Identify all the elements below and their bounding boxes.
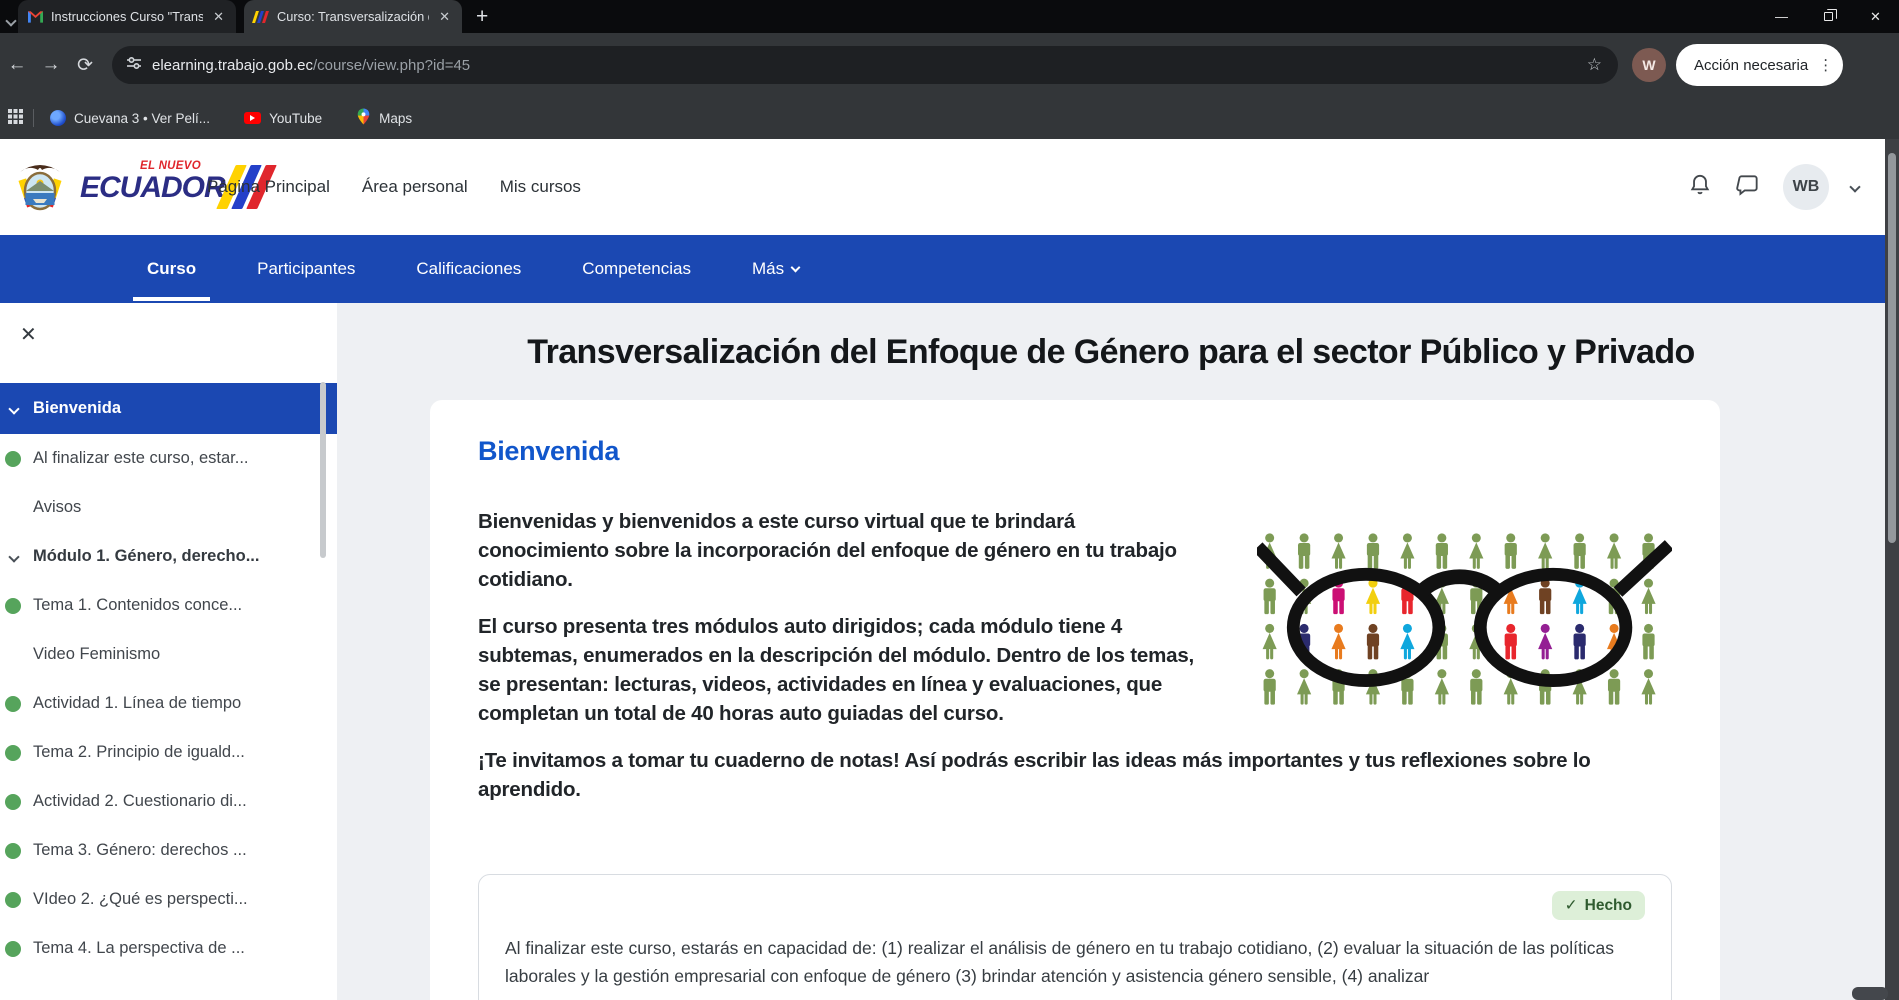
bookmark-cuevana[interactable]: Cuevana 3 • Ver Pelí... xyxy=(50,110,210,126)
bookmark-label: YouTube xyxy=(269,111,322,126)
nav-pagina-principal[interactable]: Página Principal xyxy=(207,177,330,197)
bookmark-youtube[interactable]: YouTube xyxy=(244,111,322,126)
browser-profile-avatar[interactable]: W xyxy=(1632,48,1666,82)
bottom-right-widget xyxy=(1852,987,1888,1000)
page-scrollbar-thumb[interactable] xyxy=(1888,153,1896,543)
tab-search-chevron-icon[interactable] xyxy=(7,12,15,30)
browser-menu-icon[interactable]: ⋮ xyxy=(1818,56,1833,74)
completion-dot xyxy=(5,451,21,467)
completion-dot xyxy=(5,843,21,859)
tab-close-icon[interactable]: ✕ xyxy=(211,9,226,25)
action-needed-button[interactable]: Acción necesaria ⋮ xyxy=(1676,44,1843,86)
browser-toolbar: ← → ⟳ elearning.trabajo.gob.ec /course/v… xyxy=(0,33,1899,97)
sidebar-item-actividad-1[interactable]: Actividad 1. Línea de tiempo xyxy=(0,679,337,728)
welcome-paragraph: ¡Te invitamos a tomar tu cuaderno de not… xyxy=(478,746,1672,804)
tab-participantes[interactable]: Participantes xyxy=(243,235,369,303)
browser-tab-curso[interactable]: Curso: Transversalización del En ✕ xyxy=(244,0,462,33)
check-icon: ✓ xyxy=(1565,896,1578,915)
course-index-list: Bienvenida Al finalizar este curso, esta… xyxy=(0,383,337,973)
course-section-card: Bienvenida Bienvenidas y bienvenidos a e… xyxy=(430,400,1720,1000)
nav-area-personal[interactable]: Área personal xyxy=(362,177,468,197)
sidebar-section-bienvenida[interactable]: Bienvenida xyxy=(0,383,337,434)
bookmark-maps[interactable]: Maps xyxy=(356,108,412,128)
bookmark-label: Cuevana 3 • Ver Pelí... xyxy=(74,111,210,126)
course-index-drawer: ✕ Bienvenida Al finalizar este curso, es… xyxy=(0,303,337,1000)
window-minimize-button[interactable]: — xyxy=(1758,0,1805,33)
completion-dot xyxy=(5,598,21,614)
gender-lens-illustration xyxy=(1257,531,1672,716)
user-menu-chevron-icon[interactable] xyxy=(1851,178,1859,196)
address-bar[interactable]: elearning.trabajo.gob.ec /course/view.ph… xyxy=(112,46,1618,84)
apps-grid-icon[interactable] xyxy=(8,109,23,127)
window-close-button[interactable]: ✕ xyxy=(1852,0,1899,33)
forward-icon[interactable]: → xyxy=(34,54,68,76)
browser-titlebar: Instrucciones Curso "Transversal ✕ Curso… xyxy=(0,0,1899,33)
site-nav: Página Principal Área personal Mis curso… xyxy=(207,139,581,235)
completion-dot xyxy=(5,941,21,957)
tab-title: Curso: Transversalización del En xyxy=(277,9,429,24)
back-icon[interactable]: ← xyxy=(0,54,34,76)
done-badge[interactable]: ✓ Hecho xyxy=(1552,891,1645,920)
notifications-bell-icon[interactable] xyxy=(1687,172,1713,203)
activity-description: Al finalizar este curso, estarás en capa… xyxy=(505,934,1645,990)
sidebar-item-tema-4[interactable]: Tema 4. La perspectiva de ... xyxy=(0,924,337,973)
tab-curso[interactable]: Curso xyxy=(133,235,210,303)
window-controls: — ✕ xyxy=(1758,0,1899,33)
action-needed-label: Acción necesaria xyxy=(1694,57,1808,74)
sidebar-item-al-finalizar[interactable]: Al finalizar este curso, estar... xyxy=(0,434,337,483)
bookmark-label: Maps xyxy=(379,111,412,126)
sidebar-item-tema-1[interactable]: Tema 1. Contenidos conce... xyxy=(0,581,337,630)
course-site-favicon xyxy=(254,11,269,23)
maps-pin-icon xyxy=(356,108,371,128)
url-path[interactable]: /course/view.php?id=45 xyxy=(313,57,470,74)
sidebar-item-actividad-2[interactable]: Actividad 2. Cuestionario di... xyxy=(0,777,337,826)
site-header: EL NUEVO ECUADOR Página Principal Área p… xyxy=(0,139,1899,235)
gmail-icon xyxy=(28,11,43,23)
sidebar-item-avisos[interactable]: Avisos xyxy=(0,483,337,532)
sidebar-item-tema-3[interactable]: Tema 3. Género: derechos ... xyxy=(0,826,337,875)
completion-dot xyxy=(5,696,21,712)
tab-title: Instrucciones Curso "Transversal xyxy=(51,9,203,24)
bookmark-star-icon[interactable]: ☆ xyxy=(1587,55,1602,75)
course-title: Transversalización del Enfoque de Género… xyxy=(337,330,1885,374)
tab-competencias[interactable]: Competencias xyxy=(568,235,705,303)
done-label: Hecho xyxy=(1585,897,1632,915)
url-domain[interactable]: elearning.trabajo.gob.ec xyxy=(152,57,313,74)
user-avatar[interactable]: WB xyxy=(1783,164,1829,210)
browser-tab-instrucciones[interactable]: Instrucciones Curso "Transversal ✕ xyxy=(18,0,236,33)
cuevana-icon xyxy=(50,110,66,126)
sidebar-item-video-2[interactable]: VIdeo 2. ¿Qué es perspecti... xyxy=(0,875,337,924)
drawer-close-icon[interactable]: ✕ xyxy=(20,325,37,345)
sidebar-item-tema-2[interactable]: Tema 2. Principio de iguald... xyxy=(0,728,337,777)
course-nav-bar: Curso Participantes Calificaciones Compe… xyxy=(0,235,1899,303)
activity-card: ✓ Hecho Al finalizar este curso, estarás… xyxy=(478,874,1672,1000)
ecuador-coat-of-arms xyxy=(12,157,68,220)
brand-name: ECUADOR xyxy=(80,171,225,205)
completion-dot xyxy=(5,745,21,761)
tab-mas[interactable]: Más xyxy=(738,235,813,303)
sidebar-item-video-feminismo[interactable]: Video Feminismo xyxy=(0,630,337,679)
new-tab-button[interactable]: + xyxy=(476,5,488,29)
drawer-scrollbar[interactable] xyxy=(320,382,326,558)
bookmarks-separator xyxy=(33,109,34,127)
youtube-icon xyxy=(244,112,261,124)
page-scrollbar[interactable] xyxy=(1885,139,1899,1000)
bookmarks-bar: Cuevana 3 • Ver Pelí... YouTube Maps xyxy=(0,97,1899,139)
completion-dot xyxy=(5,794,21,810)
main-content: Transversalización del Enfoque de Género… xyxy=(337,303,1885,1000)
site-info-icon[interactable] xyxy=(126,55,142,76)
tab-calificaciones[interactable]: Calificaciones xyxy=(402,235,535,303)
section-heading: Bienvenida xyxy=(478,436,1672,467)
sidebar-section-modulo-1[interactable]: Módulo 1. Género, derecho... xyxy=(0,532,337,581)
completion-dot xyxy=(5,892,21,908)
reload-icon[interactable]: ⟳ xyxy=(68,54,102,77)
messages-chat-icon[interactable] xyxy=(1735,172,1761,203)
nav-mis-cursos[interactable]: Mis cursos xyxy=(500,177,581,197)
header-user-area: WB xyxy=(1687,139,1859,235)
tab-close-icon[interactable]: ✕ xyxy=(437,9,452,25)
window-maximize-button[interactable] xyxy=(1805,0,1852,33)
